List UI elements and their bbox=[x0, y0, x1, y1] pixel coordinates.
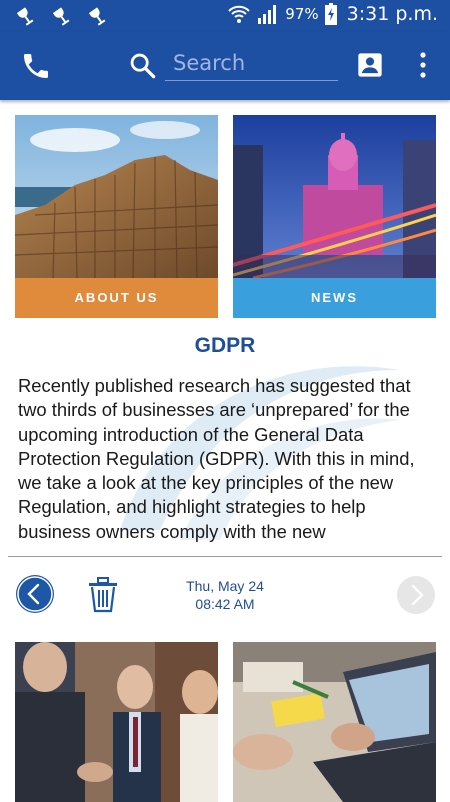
contact-icon[interactable] bbox=[356, 51, 384, 79]
laptop-desk-image[interactable] bbox=[233, 642, 436, 802]
city-hall-image bbox=[233, 115, 436, 278]
app-bar bbox=[0, 32, 450, 100]
bell-icon bbox=[16, 7, 34, 26]
bell-icon bbox=[88, 7, 106, 26]
status-time: 3:31 p.m. bbox=[346, 3, 438, 25]
wifi-icon bbox=[228, 5, 251, 23]
phone-icon[interactable] bbox=[20, 50, 52, 82]
tile-label: ABOUT US bbox=[15, 278, 218, 318]
causeway-image bbox=[15, 115, 218, 278]
article-datetime: Thu, May 24 08:42 AM bbox=[150, 577, 300, 613]
article-title: GDPR bbox=[194, 334, 256, 357]
tile-about-us[interactable]: ABOUT US bbox=[15, 115, 218, 318]
status-indicators: 97% 3:31 p.m. bbox=[227, 3, 438, 25]
bell-icon bbox=[52, 7, 70, 26]
signal-icon bbox=[258, 5, 277, 24]
tile-news[interactable]: NEWS bbox=[233, 115, 436, 318]
overflow-menu-icon[interactable] bbox=[416, 50, 430, 80]
delete-icon[interactable] bbox=[87, 577, 119, 613]
laptop-photo bbox=[233, 642, 436, 802]
chevron-right-icon bbox=[411, 584, 424, 606]
search-icon[interactable] bbox=[128, 51, 156, 79]
tile-label: NEWS bbox=[233, 278, 436, 318]
notification-icons bbox=[14, 5, 108, 27]
battery-charging-icon bbox=[324, 3, 337, 25]
divider bbox=[8, 556, 442, 557]
battery-percent: 97% bbox=[285, 5, 319, 23]
chevron-left-icon bbox=[17, 576, 53, 612]
article-time: 08:42 AM bbox=[195, 596, 255, 612]
next-button[interactable] bbox=[397, 576, 435, 614]
article-body: Recently published research has suggeste… bbox=[18, 375, 415, 542]
article-panel[interactable]: GDPR Recently published research has sug… bbox=[0, 320, 450, 556]
handshake-photo bbox=[15, 642, 218, 802]
search-input[interactable] bbox=[165, 46, 338, 81]
previous-button[interactable] bbox=[16, 575, 54, 613]
business-people-image[interactable] bbox=[15, 642, 218, 802]
article-date: Thu, May 24 bbox=[186, 578, 264, 594]
status-bar: 97% 3:31 p.m. bbox=[0, 0, 450, 32]
